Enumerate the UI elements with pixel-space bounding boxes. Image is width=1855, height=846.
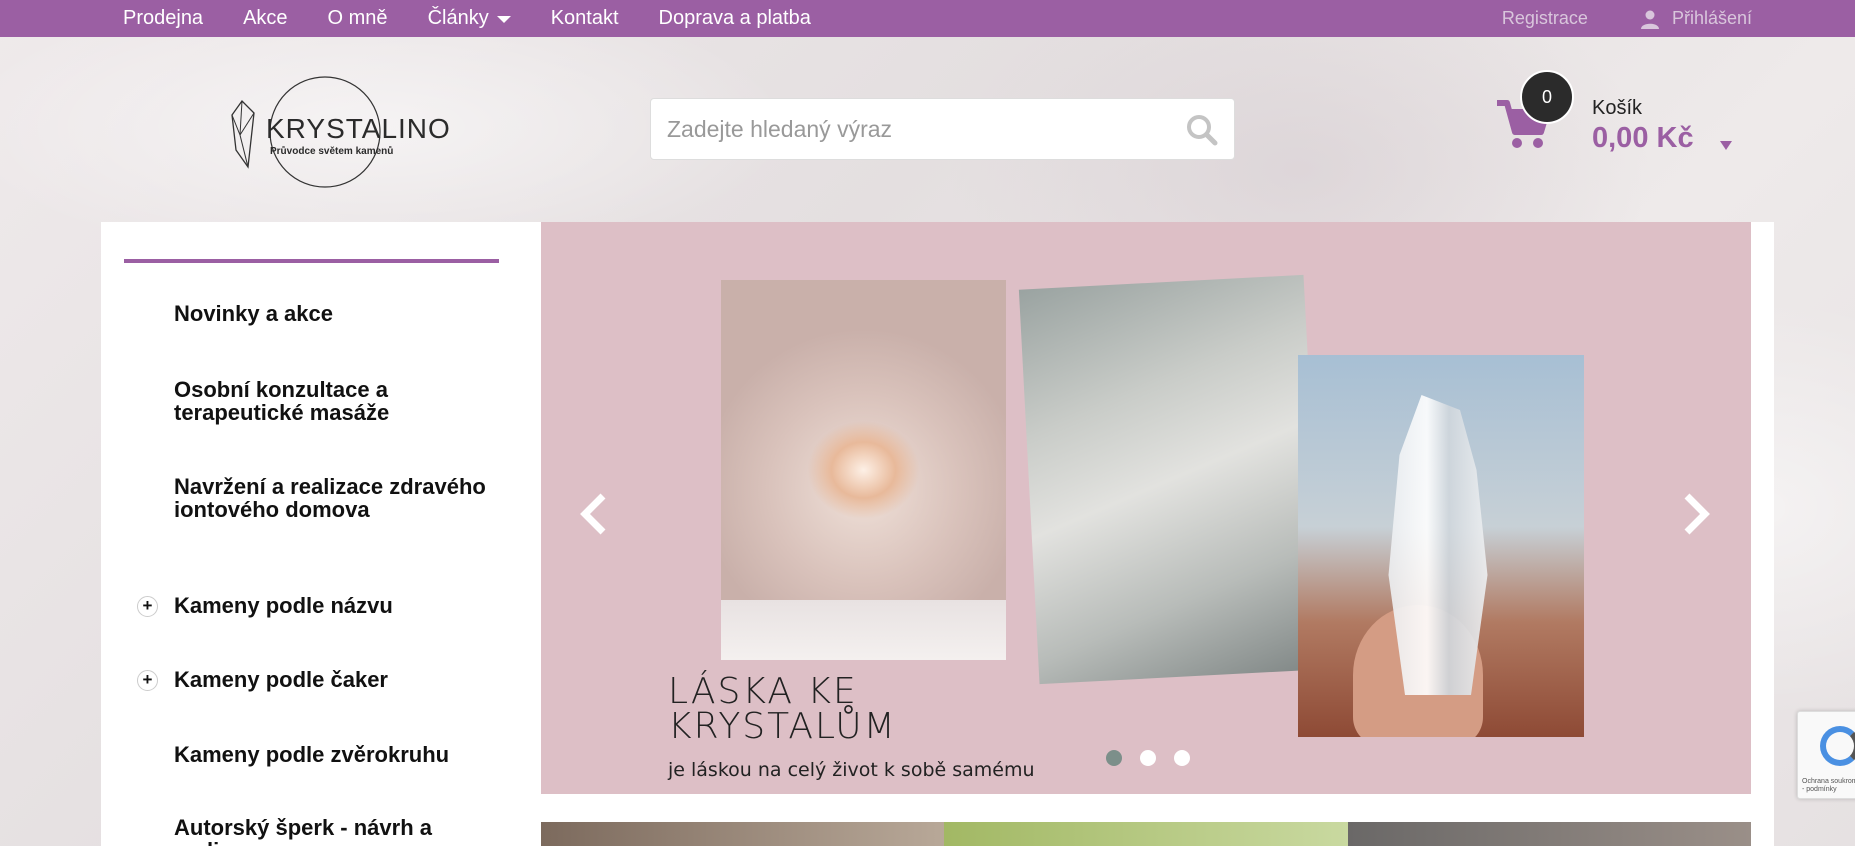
promo-banner[interactable] xyxy=(541,822,945,846)
cart-count-badge: 0 xyxy=(1520,70,1574,124)
chevron-down-icon xyxy=(496,16,511,23)
top-nav: Prodejna Akce O mně Články Kontakt Dopra… xyxy=(123,0,851,37)
sidebar-divider xyxy=(124,259,499,263)
promo-banners xyxy=(541,822,1751,846)
user-icon xyxy=(1640,10,1659,29)
recaptcha-badge[interactable]: Ochrana soukromí - podmínky xyxy=(1797,711,1855,799)
sidebar-item-konzultace[interactable]: Osobní konzultace a terapeutické masáže xyxy=(174,378,494,424)
sidebar-item-autorsky-sperk[interactable]: Autorský šperk - návrh a realizace xyxy=(174,816,494,846)
search-box xyxy=(650,98,1235,160)
slider-dots xyxy=(1106,750,1208,766)
slider-dot[interactable] xyxy=(1174,750,1190,766)
nav-kontakt[interactable]: Kontakt xyxy=(551,7,619,30)
sidebar-item-kameny-nazvu[interactable]: + Kameny podle názvu xyxy=(137,593,494,618)
nav-label: Prodejna xyxy=(123,7,204,29)
sidebar-item-iontovy-domov[interactable]: Navržení a realizace zdravého iontového … xyxy=(174,475,494,521)
slider-next-arrow-icon[interactable] xyxy=(1681,492,1711,536)
nav-label: Kontakt xyxy=(550,7,619,29)
slide-title: LÁSKA KE KRYSTALŮM xyxy=(668,671,897,747)
nav-prodejna[interactable]: Prodejna xyxy=(123,7,203,30)
sidebar-item-label: Navržení a realizace zdravého iontového … xyxy=(174,474,486,522)
recaptcha-text: Ochrana soukromí - podmínky xyxy=(1802,778,1855,793)
search-icon[interactable] xyxy=(1186,114,1218,146)
slider-dot[interactable] xyxy=(1106,750,1122,766)
sidebar-item-label: Osobní konzultace a terapeutické masáže xyxy=(174,377,390,425)
nav-label: O mně xyxy=(327,7,388,29)
nav-label: Akce xyxy=(243,7,288,29)
hero-slider: LÁSKA KE KRYSTALŮM je láskou na celý živ… xyxy=(541,222,1751,794)
nav-akce[interactable]: Akce xyxy=(243,7,287,30)
cart-total: 0,00 Kč xyxy=(1592,122,1694,154)
cart-label: Košík xyxy=(1592,97,1643,119)
search-input[interactable] xyxy=(667,99,1167,159)
cart-widget[interactable]: 0 Košík 0,00 Kč xyxy=(1495,70,1735,160)
sidebar-item-kameny-caker[interactable]: + Kameny podle čaker xyxy=(137,667,494,692)
slide-title-line: KRYSTALŮM xyxy=(668,706,897,747)
sidebar-item-label: Kameny podle čaker xyxy=(174,667,388,692)
account-links: Registrace Přihlášení xyxy=(1502,0,1752,37)
sidebar-item-label: Kameny podle zvěrokruhu xyxy=(174,742,450,767)
sidebar-item-zverokruh[interactable]: Kameny podle zvěrokruhu xyxy=(174,743,494,766)
sidebar-item-novinky[interactable]: Novinky a akce xyxy=(174,302,494,325)
promo-banner[interactable] xyxy=(944,822,1348,846)
nav-clanky[interactable]: Články xyxy=(428,7,511,30)
sidebar-item-label: Novinky a akce xyxy=(174,301,333,326)
recaptcha-icon xyxy=(1820,726,1855,766)
nav-doprava-a-platba[interactable]: Doprava a platba xyxy=(659,7,811,30)
slide-photo-geode xyxy=(721,280,1006,660)
chevron-down-icon[interactable] xyxy=(1720,141,1732,150)
site-logo[interactable]: KRYSTALINO Průvodce světem kamenů xyxy=(218,75,451,190)
slide-photo-crystal-hand xyxy=(1298,355,1584,737)
login-label: Přihlášení xyxy=(1671,8,1752,28)
register-link[interactable]: Registrace xyxy=(1502,8,1588,29)
slide-title-line: LÁSKA KE xyxy=(668,671,858,712)
slider-prev-arrow-icon[interactable] xyxy=(579,492,609,536)
login-link[interactable]: Přihlášení xyxy=(1640,8,1752,29)
nav-label: Doprava a platba xyxy=(658,7,811,29)
sidebar-item-label: Autorský šperk - návrh a realizace xyxy=(174,815,432,846)
logo-title: KRYSTALINO xyxy=(266,113,451,144)
main-content: Novinky a akce Osobní konzultace a terap… xyxy=(101,222,1774,846)
photo-base xyxy=(721,600,1006,660)
slide-subtitle: je láskou na celý život k sobě samému xyxy=(668,759,1035,781)
expand-plus-icon[interactable]: + xyxy=(137,670,158,691)
promo-banner[interactable] xyxy=(1347,822,1751,846)
slide-photo-quartz xyxy=(1018,274,1325,685)
photo-crystal xyxy=(1388,395,1488,695)
expand-plus-icon[interactable]: + xyxy=(137,596,158,617)
logo-subtitle: Průvodce světem kamenů xyxy=(270,146,394,157)
slider-dot[interactable] xyxy=(1140,750,1156,766)
category-sidebar: Novinky a akce Osobní konzultace a terap… xyxy=(101,222,541,846)
top-bar: Prodejna Akce O mně Články Kontakt Dopra… xyxy=(0,0,1855,37)
nav-label: Články xyxy=(427,7,489,29)
sidebar-item-label: Kameny podle názvu xyxy=(174,593,393,618)
register-label: Registrace xyxy=(1501,8,1588,28)
nav-o-mne[interactable]: O mně xyxy=(328,7,388,30)
